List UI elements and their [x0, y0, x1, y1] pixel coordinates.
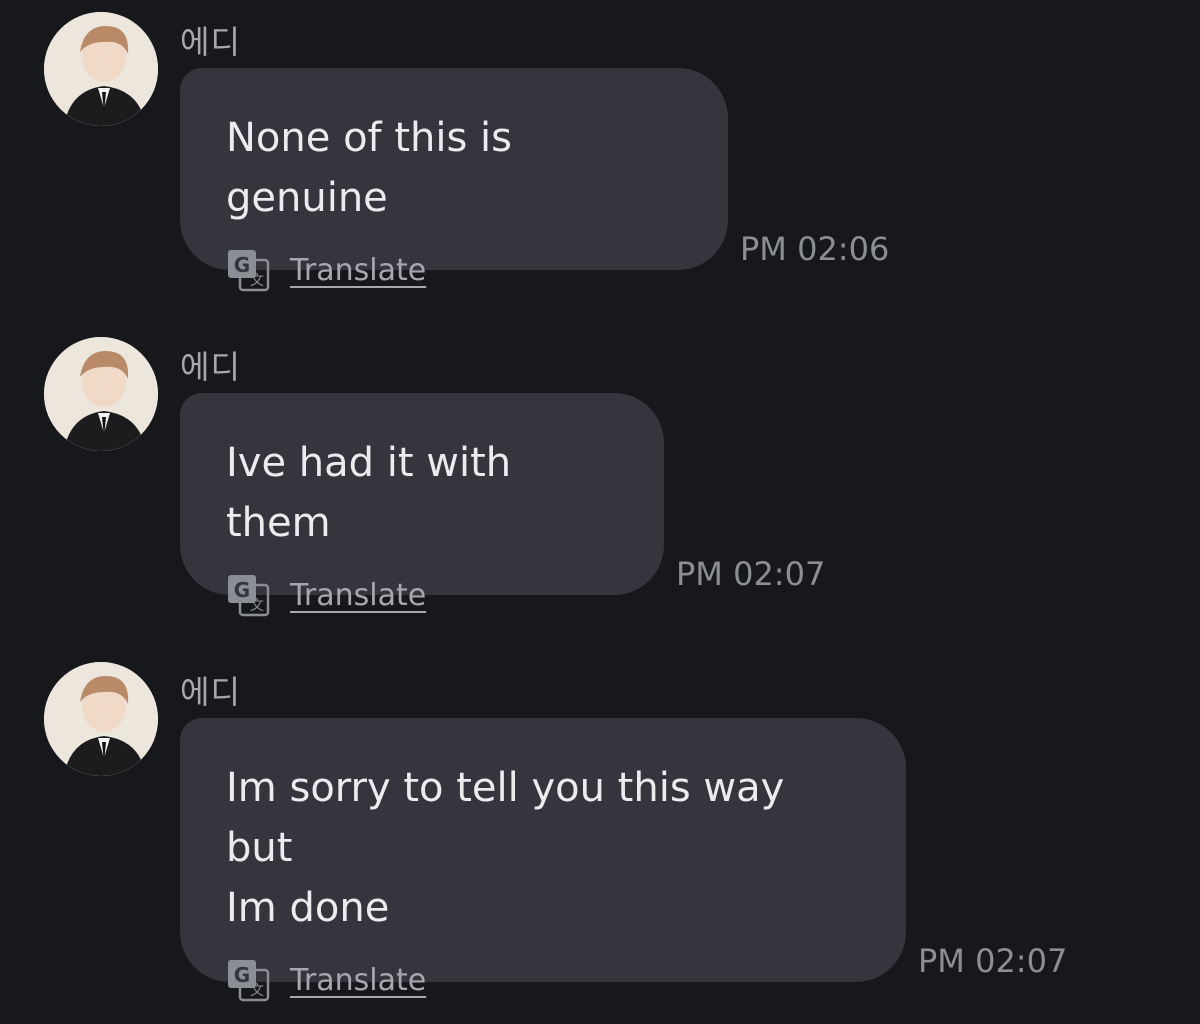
translate-row[interactable]: G 文 Translate: [226, 958, 860, 1002]
translate-row[interactable]: G 文 Translate: [226, 248, 682, 292]
sender-name: 에디: [180, 673, 241, 711]
translate-link[interactable]: Translate: [290, 578, 426, 613]
avatar[interactable]: [44, 337, 158, 451]
message-text: None of this is genuine: [226, 115, 512, 221]
google-translate-icon: G 文: [228, 960, 270, 1002]
google-translate-icon: G 文: [228, 575, 270, 617]
svg-text:文: 文: [250, 598, 264, 614]
message-text: Ive had it with them: [226, 440, 512, 546]
sender-name: 에디: [180, 23, 241, 61]
avatar[interactable]: [44, 12, 158, 126]
timestamp: PM 02:06: [740, 230, 890, 268]
sender-name: 에디: [180, 348, 241, 386]
timestamp: PM 02:07: [918, 942, 1068, 980]
translate-link[interactable]: Translate: [290, 963, 426, 998]
svg-text:G: G: [234, 253, 250, 277]
message-bubble[interactable]: None of this is genuine G 文 Translate: [180, 68, 728, 292]
svg-text:文: 文: [250, 273, 264, 289]
svg-text:文: 文: [250, 983, 264, 999]
timestamp: PM 02:07: [676, 555, 826, 593]
svg-text:G: G: [234, 578, 250, 602]
message-bubble[interactable]: Ive had it with them G 文 Translate: [180, 393, 664, 617]
google-translate-icon: G 文: [228, 250, 270, 292]
chat-thread: 에디 None of this is genuine G 文 Translate…: [0, 0, 1200, 1024]
translate-row[interactable]: G 文 Translate: [226, 573, 618, 617]
message-bubble[interactable]: Im sorry to tell you this way but Im don…: [180, 718, 906, 1002]
message-text: Im sorry to tell you this way but Im don…: [226, 765, 785, 931]
avatar[interactable]: [44, 662, 158, 776]
translate-link[interactable]: Translate: [290, 253, 426, 288]
svg-text:G: G: [234, 963, 250, 987]
